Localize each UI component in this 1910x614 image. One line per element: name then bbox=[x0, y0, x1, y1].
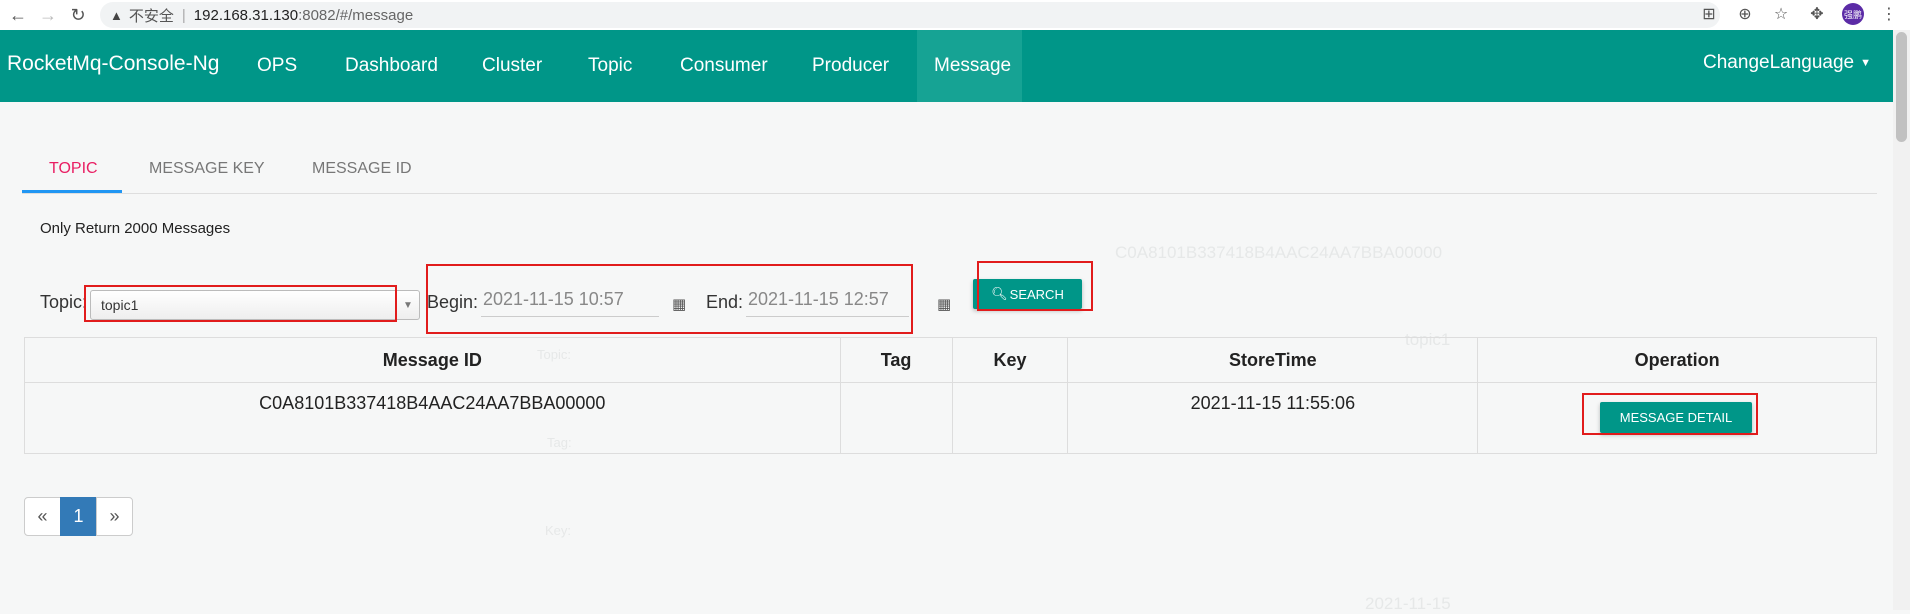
star-icon[interactable]: ☆ bbox=[1770, 3, 1792, 25]
pagination-next[interactable]: » bbox=[96, 497, 133, 536]
cell-tag bbox=[839, 382, 953, 454]
nav-consumer[interactable]: Consumer bbox=[663, 30, 785, 102]
select-arrow-icon: ▼ bbox=[396, 291, 419, 319]
topic-select-value: topic1 bbox=[101, 297, 139, 313]
table-row: C0A8101B337418B4AAC24AA7BBA00000 2021-11… bbox=[24, 382, 1877, 454]
cell-message-id: C0A8101B337418B4AAC24AA7BBA00000 bbox=[24, 382, 841, 454]
topic-label: Topic: bbox=[40, 292, 88, 312]
url-path: :8082/#/message bbox=[298, 6, 414, 24]
result-limit-note: Only Return 2000 Messages bbox=[40, 220, 231, 237]
tab-message-key[interactable]: MESSAGE KEY bbox=[149, 145, 265, 193]
cell-storetime: 2021-11-15 11:55:06 bbox=[1067, 382, 1479, 454]
pagination-prev[interactable]: « bbox=[24, 497, 61, 536]
begin-calendar-icon[interactable]: ▦ bbox=[672, 295, 686, 313]
pagination: « 1 » bbox=[24, 497, 133, 536]
nav-topic[interactable]: Topic bbox=[571, 30, 649, 102]
menu-icon[interactable]: ⋮ bbox=[1878, 3, 1900, 25]
app-navbar: RocketMq-Console-Ng OPS Dashboard Cluste… bbox=[0, 30, 1893, 102]
table-header-row: Message ID Tag Key StoreTime Operation bbox=[24, 337, 1877, 383]
header-message-id: Message ID bbox=[24, 337, 841, 383]
reload-icon[interactable]: ↻ bbox=[66, 3, 90, 27]
forward-icon[interactable]: → bbox=[36, 3, 60, 27]
search-icon: 🔍︎ bbox=[991, 286, 1008, 301]
caret-down-icon: ▼ bbox=[1860, 56, 1871, 69]
extensions-icon[interactable]: ✥ bbox=[1806, 3, 1828, 25]
end-calendar-icon[interactable]: ▦ bbox=[937, 295, 951, 313]
search-button-label: SEARCH bbox=[1009, 286, 1064, 302]
begin-date-input[interactable]: 2021-11-15 10:57 bbox=[481, 283, 659, 317]
message-table: Message ID Tag Key StoreTime Operation C… bbox=[24, 337, 1877, 454]
address-separator: | bbox=[181, 6, 186, 24]
ghost-key-key: Key: bbox=[545, 523, 572, 538]
header-operation: Operation bbox=[1477, 337, 1877, 383]
change-language-label: ChangeLanguage bbox=[1703, 52, 1855, 73]
tab-message-id[interactable]: MESSAGE ID bbox=[312, 145, 412, 193]
browser-actions: ⊞ ⊕ ☆ ✥ 强鹏 ⋮ bbox=[1698, 3, 1900, 25]
message-detail-button[interactable]: MESSAGE DETAIL bbox=[1600, 402, 1752, 433]
profile-avatar[interactable]: 强鹏 bbox=[1842, 3, 1864, 25]
end-label: End: bbox=[706, 292, 744, 312]
brand-title[interactable]: RocketMq-Console-Ng bbox=[7, 52, 219, 76]
back-icon[interactable]: ← bbox=[6, 3, 30, 27]
ghost-date: 2021-11-15 bbox=[1365, 594, 1451, 613]
active-tab-indicator bbox=[22, 190, 122, 193]
change-language-dropdown[interactable]: ChangeLanguage ▼ bbox=[1703, 52, 1871, 74]
begin-label: Begin: bbox=[427, 292, 479, 312]
nav-producer[interactable]: Producer bbox=[795, 30, 906, 102]
topic-select[interactable]: topic1 ▼ bbox=[90, 290, 420, 320]
page-scrollbar[interactable] bbox=[1893, 30, 1910, 610]
pagination-page-1[interactable]: 1 bbox=[60, 497, 97, 536]
header-key: Key bbox=[951, 337, 1069, 383]
zoom-icon[interactable]: ⊕ bbox=[1734, 3, 1756, 25]
header-storetime: StoreTime bbox=[1067, 337, 1479, 383]
query-tabs: TOPIC MESSAGE KEY MESSAGE ID bbox=[22, 145, 1877, 194]
insecure-label: 不安全 bbox=[128, 7, 174, 25]
ghost-message-id: C0A8101B337418B4AAC24AA7BBA00000 bbox=[1115, 243, 1443, 262]
tab-topic[interactable]: TOPIC bbox=[49, 145, 98, 193]
nav-dashboard[interactable]: Dashboard bbox=[328, 30, 455, 102]
nav-message[interactable]: Message bbox=[917, 30, 1022, 102]
address-bar[interactable]: ▲ 不安全 | 192.168.31.130:8082/#/message bbox=[100, 2, 1720, 28]
warning-icon: ▲ bbox=[110, 7, 123, 23]
scrollbar-thumb[interactable] bbox=[1896, 32, 1907, 142]
url-host: 192.168.31.130 bbox=[193, 6, 299, 24]
search-button[interactable]: 🔍︎ SEARCH bbox=[973, 279, 1082, 309]
browser-toolbar: ← → ↻ ▲ 不安全 | 192.168.31.130:8082/#/mess… bbox=[0, 0, 1910, 31]
nav-cluster[interactable]: Cluster bbox=[465, 30, 559, 102]
nav-ops[interactable]: OPS bbox=[240, 30, 314, 102]
translate-icon[interactable]: ⊞ bbox=[1698, 3, 1720, 25]
end-date-input[interactable]: 2021-11-15 12:57 bbox=[746, 283, 909, 317]
header-tag: Tag bbox=[839, 337, 953, 383]
cell-key bbox=[951, 382, 1069, 454]
